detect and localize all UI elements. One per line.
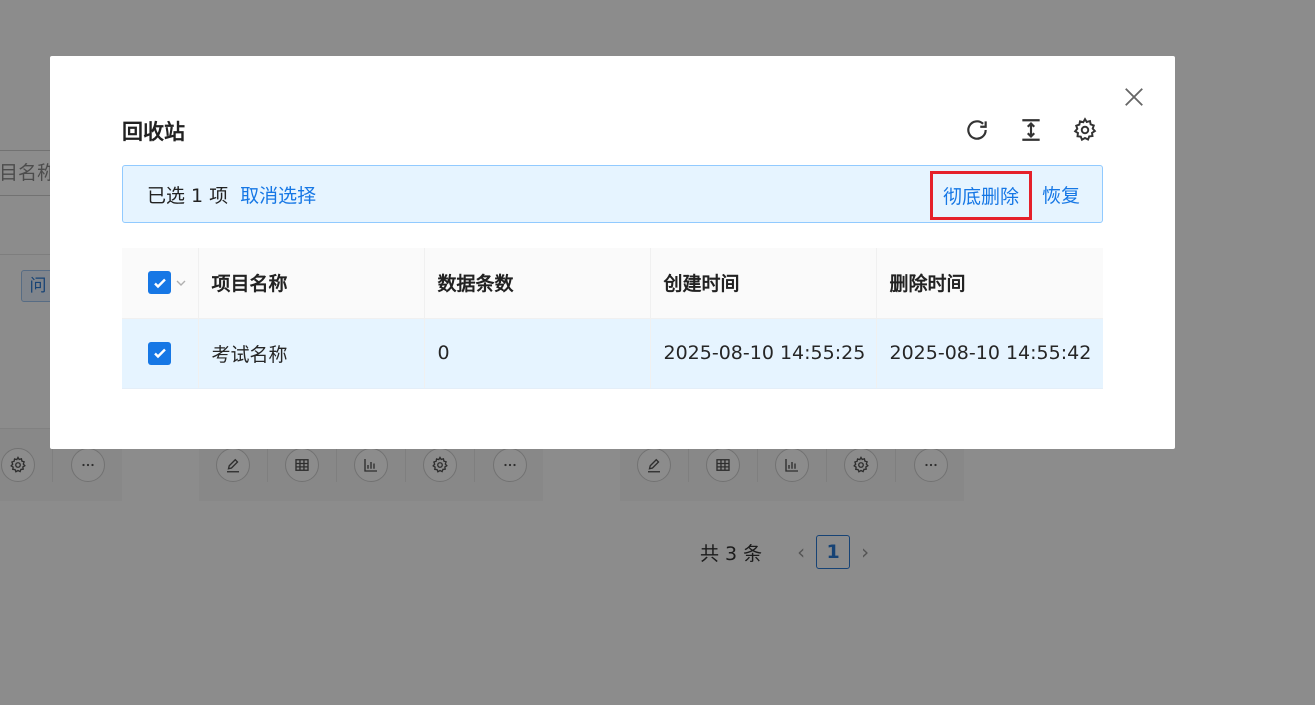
gear-icon[interactable] bbox=[1071, 116, 1099, 144]
header-record-count: 数据条数 bbox=[424, 248, 651, 319]
recycle-bin-modal: 回收站 已选 1 项 取消选择 彻底删除 恢复 项目名称 数据条数 创建时间 删… bbox=[50, 56, 1175, 449]
header-select-cell bbox=[122, 248, 199, 319]
refresh-icon[interactable] bbox=[963, 116, 991, 144]
table-header-row: 项目名称 数据条数 创建时间 删除时间 bbox=[122, 248, 1103, 319]
select-all-checkbox[interactable] bbox=[148, 271, 171, 295]
selection-alert: 已选 1 项 取消选择 彻底删除 恢复 bbox=[122, 165, 1103, 223]
cell-project-name: 考试名称 bbox=[198, 318, 425, 389]
header-project-name: 项目名称 bbox=[198, 248, 425, 319]
recycle-table: 项目名称 数据条数 创建时间 删除时间 考试名称 0 2025-08-10 14… bbox=[122, 248, 1103, 389]
permanent-delete-link[interactable]: 彻底删除 bbox=[943, 186, 1019, 208]
restore-link[interactable]: 恢复 bbox=[1042, 181, 1080, 208]
modal-title: 回收站 bbox=[122, 120, 185, 144]
table-toolbar bbox=[963, 116, 1099, 144]
table-row[interactable]: 考试名称 0 2025-08-10 14:55:25 2025-08-10 14… bbox=[122, 318, 1103, 389]
selected-count-text: 已选 1 项 bbox=[147, 184, 229, 207]
row-checkbox[interactable] bbox=[148, 341, 171, 365]
cancel-selection-link[interactable]: 取消选择 bbox=[240, 181, 316, 208]
header-deleted-time: 删除时间 bbox=[876, 248, 1103, 319]
close-icon[interactable] bbox=[1121, 84, 1147, 110]
column-height-icon[interactable] bbox=[1017, 116, 1045, 144]
cell-deleted-time: 2025-08-10 14:55:42 bbox=[876, 318, 1103, 389]
cell-record-count: 0 bbox=[424, 318, 651, 389]
header-created-time: 创建时间 bbox=[650, 248, 877, 319]
cell-created-time: 2025-08-10 14:55:25 bbox=[650, 318, 877, 389]
chevron-down-icon[interactable] bbox=[175, 272, 187, 294]
highlight-box: 彻底删除 bbox=[929, 170, 1032, 220]
row-select-cell bbox=[122, 318, 199, 389]
